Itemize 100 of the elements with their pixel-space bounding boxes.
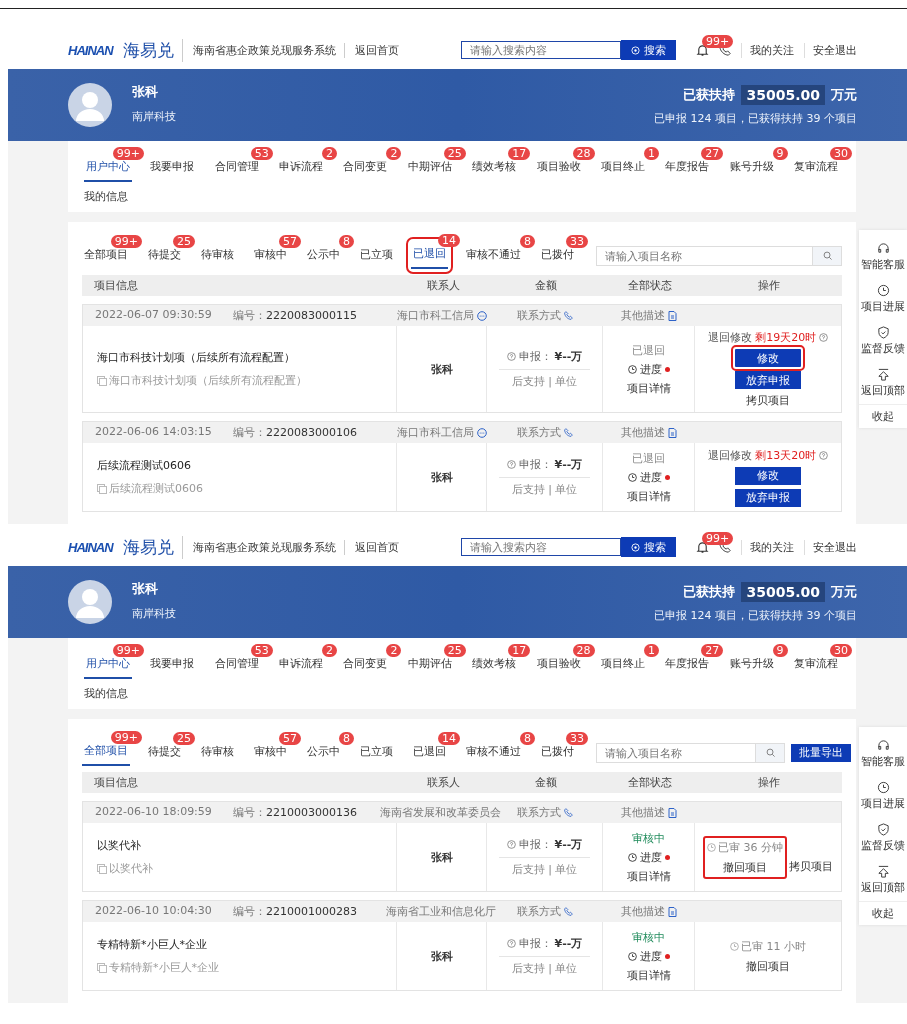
side-tool-button[interactable]: 项目进展: [861, 278, 905, 320]
filter-tab[interactable]: 公示中: [305, 243, 342, 268]
project-title[interactable]: 以奖代补: [97, 838, 396, 853]
amount-value: ¥--万: [554, 349, 583, 364]
filter-tab[interactable]: 已立项: [358, 243, 395, 268]
project-search-field[interactable]: 请输入项目名称: [596, 742, 756, 763]
contact-label: 联系方式: [517, 308, 561, 323]
amount-value: ¥--万: [554, 936, 583, 951]
search-button[interactable]: 搜索: [621, 40, 676, 60]
search-field[interactable]: 请输入搜索内容: [461, 41, 621, 59]
home-link[interactable]: 返回首页: [354, 42, 399, 58]
status-text: 已退回: [632, 342, 665, 358]
project-search-field[interactable]: 请输入项目名称: [596, 245, 813, 266]
side-tool-button[interactable]: 项目进展: [861, 775, 905, 817]
filter-tab[interactable]: 审核不通过: [464, 740, 523, 765]
search-field[interactable]: 请输入搜索内容: [461, 538, 621, 556]
side-tool-button[interactable]: 智能客服: [861, 733, 905, 775]
status-text: 审核中: [632, 929, 665, 945]
recall-link[interactable]: 撤回项目: [746, 958, 790, 974]
withdraw-button[interactable]: 放弃申报: [735, 488, 801, 507]
review-time: 已审 36 分钟: [718, 839, 783, 855]
side-tool-button[interactable]: 返回顶部: [861, 859, 905, 901]
count-badge: 30: [829, 147, 852, 160]
header-link[interactable]: 安全退出: [804, 539, 857, 555]
count-badge: 30: [829, 644, 852, 657]
contact-person: 张科: [430, 948, 453, 964]
recall-link[interactable]: 撤回项目: [723, 859, 767, 875]
submit-date: 2022-06-06 14:03:15: [95, 425, 212, 440]
project-title[interactable]: 后续流程测试0606: [97, 458, 396, 473]
filter-tab[interactable]: 公示中: [305, 740, 342, 765]
home-link[interactable]: 返回首页: [354, 539, 399, 555]
header-link[interactable]: 我的关注: [741, 42, 794, 58]
user-name: 张科: [132, 580, 159, 598]
company-name: 南岸科技: [132, 109, 176, 124]
side-tool-button[interactable]: 返回顶部: [861, 362, 905, 404]
nav-tab[interactable]: 我要申报: [148, 652, 197, 679]
detail-link[interactable]: 项目详情: [626, 967, 671, 983]
count-badge: 2: [322, 644, 338, 657]
amount-value: ¥--万: [554, 457, 583, 472]
progress-link[interactable]: 进度: [639, 849, 662, 865]
department-name: 海南省发展和改革委员会: [380, 805, 501, 820]
project-title[interactable]: 专精特新*小巨人*企业: [97, 937, 396, 952]
count-badge: 14: [438, 732, 460, 745]
amount-note: 后支持 | 单位: [511, 961, 578, 976]
nav-tab[interactable]: 我要申报: [148, 155, 197, 182]
side-tool-button[interactable]: 智能客服: [861, 236, 905, 278]
count-badge: 9: [772, 147, 788, 160]
project-subtitle: 后续流程测试0606: [109, 481, 203, 496]
column-header: 全部状态: [627, 775, 673, 790]
contact-person: 张科: [430, 849, 453, 865]
sub-nav-link[interactable]: 我的信息: [84, 190, 128, 203]
column-header: 操作: [757, 775, 781, 790]
count-badge: 99+: [112, 147, 144, 160]
project-number: 编号：2210001000283: [233, 904, 357, 919]
column-header: 金额: [534, 775, 558, 790]
collapse-button[interactable]: 收起: [859, 404, 907, 428]
withdraw-button[interactable]: 放弃申报: [735, 371, 801, 389]
header-link[interactable]: 安全退出: [804, 42, 857, 58]
detail-link[interactable]: 项目详情: [626, 868, 671, 884]
count-badge: 17: [508, 644, 531, 657]
search-button[interactable]: 搜索: [621, 537, 676, 557]
project-number: 编号：2220083000115: [233, 308, 357, 323]
copy-project-link[interactable]: 拷贝项目: [746, 393, 790, 408]
count-badge: 17: [508, 147, 531, 160]
review-time: 已审 11 小时: [741, 938, 806, 954]
side-tool-button[interactable]: 监督反馈: [861, 817, 905, 859]
deadline-text: 退回修改 剩19天20时: [707, 330, 817, 345]
count-badge: 25: [173, 235, 195, 248]
contact-label: 联系方式: [517, 425, 561, 440]
contact-label: 联系方式: [517, 805, 561, 820]
export-button[interactable]: 批量导出: [791, 743, 851, 762]
submit-date: 2022-06-07 09:30:59: [95, 308, 212, 323]
support-label: 已获扶持: [683, 582, 736, 601]
progress-link[interactable]: 进度: [639, 469, 662, 485]
filter-tab[interactable]: 审核不通过: [464, 243, 523, 268]
support-label: 已获扶持: [683, 85, 736, 104]
project-title[interactable]: 海口市科技计划项（后续所有流程配置）: [97, 350, 396, 365]
support-summary: 已申报 124 项目，已获得扶持 39 个项目: [654, 110, 857, 126]
column-header: 项目信息: [93, 775, 139, 790]
count-badge: 25: [443, 644, 466, 657]
progress-link[interactable]: 进度: [639, 361, 662, 377]
filter-tab[interactable]: 已立项: [358, 740, 395, 765]
side-tool-button[interactable]: 监督反馈: [861, 320, 905, 362]
count-badge: 99+: [110, 235, 142, 248]
filter-tab[interactable]: 待审核: [199, 740, 236, 765]
detail-link[interactable]: 项目详情: [626, 380, 671, 396]
collapse-button[interactable]: 收起: [859, 901, 907, 925]
column-header: 联系人: [425, 278, 461, 293]
header-link[interactable]: 我的关注: [741, 539, 794, 555]
contact-label: 联系方式: [517, 904, 561, 919]
project-number: 编号：2210003000136: [233, 805, 357, 820]
sub-nav-link[interactable]: 我的信息: [84, 687, 128, 700]
copy-project-link[interactable]: 拷贝项目: [789, 858, 833, 879]
brand-name: 海易兑: [122, 535, 183, 559]
progress-link[interactable]: 进度: [639, 948, 662, 964]
detail-link[interactable]: 项目详情: [626, 488, 671, 504]
filter-tab[interactable]: 待审核: [199, 243, 236, 268]
edit-button[interactable]: 修改: [735, 466, 801, 485]
count-badge: 27: [701, 147, 724, 160]
count-badge: 33: [566, 732, 588, 745]
